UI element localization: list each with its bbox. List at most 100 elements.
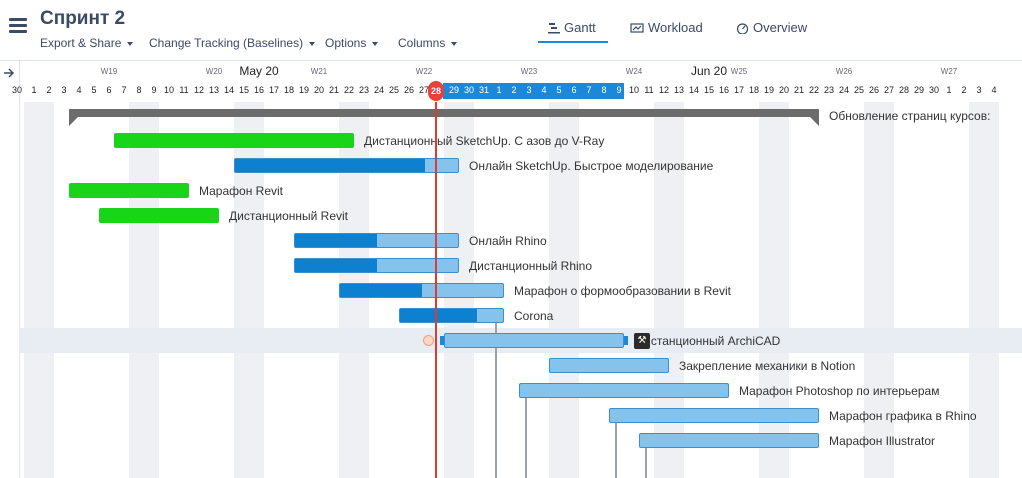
dependency-handle[interactable] — [423, 335, 434, 346]
day-label: 7 — [586, 85, 592, 95]
day-label: 18 — [283, 85, 295, 95]
task-bar[interactable] — [99, 208, 219, 223]
change-tracking-menu[interactable]: Change Tracking (Baselines) — [149, 36, 316, 50]
day-label: 4 — [76, 85, 82, 95]
day-label: 30 — [11, 85, 23, 95]
day-label: 27 — [883, 85, 895, 95]
day-label: 10 — [628, 85, 640, 95]
active-tab-indicator — [538, 41, 608, 43]
day-label: 25 — [388, 85, 400, 95]
tab-gantt[interactable]: Gantt — [548, 20, 596, 35]
day-label: 1 — [31, 85, 37, 95]
summary-bar[interactable] — [69, 109, 819, 117]
summary-bar-start — [69, 117, 78, 126]
day-label: 27 — [418, 85, 430, 95]
columns-menu[interactable]: Columns — [398, 36, 458, 50]
gantt-icon — [548, 23, 560, 34]
tab-workload[interactable]: Workload — [630, 20, 703, 35]
day-label: 5 — [556, 85, 562, 95]
day-label: 17 — [268, 85, 280, 95]
task-label: Марафон о формообразовании в Revit — [514, 284, 731, 298]
gauge-icon — [736, 23, 749, 35]
day-label: 22 — [343, 85, 355, 95]
task-bar[interactable] — [549, 358, 669, 373]
week-label: W27 — [940, 67, 958, 76]
day-label: 3 — [976, 85, 982, 95]
day-label: 25 — [853, 85, 865, 95]
menu-icon[interactable] — [9, 18, 27, 34]
resize-handle-left[interactable] — [440, 336, 444, 345]
day-label: 9 — [151, 85, 157, 95]
arrow-right-icon — [4, 68, 15, 78]
week-label: W21 — [310, 67, 328, 76]
chevron-down-icon — [309, 41, 316, 46]
options-menu[interactable]: Options — [325, 36, 379, 50]
week-label: W25 — [730, 67, 748, 76]
task-bar[interactable] — [69, 183, 189, 198]
day-label: 7 — [121, 85, 127, 95]
week-label: W24 — [625, 67, 643, 76]
day-label: 15 — [703, 85, 715, 95]
chevron-down-icon — [451, 41, 458, 46]
dependency-line — [645, 448, 647, 478]
task-bar[interactable] — [639, 433, 819, 448]
task-bar[interactable] — [399, 308, 504, 323]
task-label: Марафон Illustrator — [829, 434, 936, 448]
day-label: 30 — [463, 85, 475, 95]
task-progress — [340, 284, 422, 297]
task-bar[interactable] — [444, 333, 624, 348]
task-bar[interactable] — [234, 158, 459, 173]
day-label: 3 — [61, 85, 67, 95]
task-label: Онлайн SketchUp. Быстрое моделирование — [469, 159, 714, 173]
day-label: 17 — [733, 85, 745, 95]
task-bar[interactable] — [519, 383, 729, 398]
chevron-down-icon — [372, 41, 379, 46]
task-label: Дистанционный SketchUp. С азов до V-Ray — [364, 134, 605, 148]
task-bar[interactable] — [609, 408, 819, 423]
wrench-icon[interactable]: ⚒ — [634, 333, 650, 349]
day-label: 4 — [541, 85, 547, 95]
day-label: 16 — [718, 85, 730, 95]
day-label: 16 — [253, 85, 265, 95]
day-label: 11 — [179, 85, 189, 95]
day-label: 13 — [673, 85, 685, 95]
day-label: 3 — [526, 85, 532, 95]
day-label: 4 — [991, 85, 997, 95]
day-label: 23 — [358, 85, 370, 95]
task-progress — [295, 234, 377, 247]
summary-label: Обновление страниц курсов: — [829, 109, 991, 123]
task-progress — [400, 309, 478, 322]
resize-handle-right[interactable] — [624, 336, 628, 345]
day-label: 29 — [448, 85, 460, 95]
task-label: Дистанционный Revit — [229, 209, 348, 223]
task-label: Дистанционный Rhino — [469, 259, 593, 273]
task-bar[interactable] — [114, 133, 354, 148]
weekend-column — [129, 102, 159, 478]
day-label: 1 — [496, 85, 502, 95]
timescale-header: 28 W19 W20 W21 W22 W23 W24 W25 W26 W27 May 20 Jun … — [0, 60, 1022, 104]
weekend-column — [24, 102, 54, 478]
day-label: 31 — [478, 85, 490, 95]
gantt-chart: Обновление страниц курсов: Дистанционный… — [0, 102, 1022, 478]
export-share-menu[interactable]: Export & Share — [40, 36, 134, 50]
day-label: 26 — [403, 85, 415, 95]
task-label: Corona — [514, 309, 554, 323]
week-label: W23 — [520, 67, 538, 76]
row-gutter — [0, 102, 20, 478]
day-label: 8 — [136, 85, 142, 95]
today-line — [435, 102, 437, 478]
week-label: W26 — [835, 67, 853, 76]
task-label: Закрепление механики в Notion — [679, 359, 856, 373]
day-label: 12 — [193, 85, 205, 95]
dependency-line — [525, 398, 527, 478]
task-label: Дистанционный ArchiCAD — [636, 334, 781, 348]
day-label: 15 — [238, 85, 250, 95]
task-bar[interactable] — [339, 283, 504, 298]
tab-overview[interactable]: Overview — [736, 20, 807, 35]
day-label: 19 — [763, 85, 775, 95]
day-label: 18 — [748, 85, 760, 95]
collapse-button[interactable] — [0, 61, 20, 103]
day-label: 28 — [898, 85, 910, 95]
day-label: 11 — [644, 85, 654, 95]
task-label: Марафон графика в Rhino — [829, 409, 977, 423]
